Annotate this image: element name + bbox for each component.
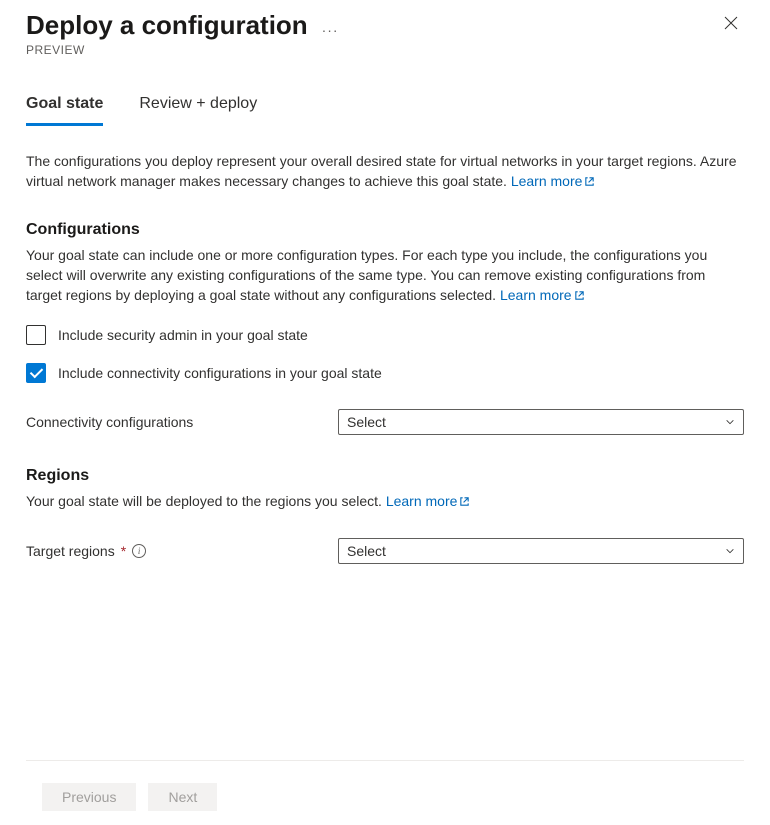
previous-button[interactable]: Previous	[42, 783, 136, 811]
chevron-down-icon	[725, 546, 735, 556]
close-icon	[724, 16, 738, 30]
intro-text: The configurations you deploy represent …	[26, 151, 744, 193]
next-button[interactable]: Next	[148, 783, 217, 811]
configurations-desc: Your goal state can include one or more …	[26, 245, 744, 307]
select-value: Select	[347, 414, 386, 430]
link-text: Learn more	[500, 287, 572, 303]
include-connectivity-label: Include connectivity configurations in y…	[58, 365, 382, 381]
close-button[interactable]	[718, 10, 744, 39]
more-actions-button[interactable]: ···	[322, 22, 339, 38]
configurations-learn-more-link[interactable]: Learn more	[500, 287, 585, 303]
connectivity-config-select[interactable]: Select	[338, 409, 744, 435]
tabs: Goal state Review + deploy	[26, 95, 744, 127]
include-connectivity-checkbox[interactable]	[26, 363, 46, 383]
external-link-icon	[584, 172, 595, 192]
select-value: Select	[347, 543, 386, 559]
regions-desc: Your goal state will be deployed to the …	[26, 491, 744, 512]
link-text: Learn more	[511, 173, 583, 189]
intro-body: The configurations you deploy represent …	[26, 153, 736, 189]
target-regions-label: Target regions * i	[26, 543, 338, 559]
connectivity-config-label: Connectivity configurations	[26, 414, 338, 430]
tab-goal-state[interactable]: Goal state	[26, 95, 103, 126]
include-security-label: Include security admin in your goal stat…	[58, 327, 308, 343]
regions-learn-more-link[interactable]: Learn more	[386, 493, 471, 509]
configurations-desc-text: Your goal state can include one or more …	[26, 247, 707, 304]
target-regions-select[interactable]: Select	[338, 538, 744, 564]
footer: Previous Next	[26, 760, 744, 825]
page-title: Deploy a configuration	[26, 10, 308, 41]
link-text: Learn more	[386, 493, 458, 509]
info-icon[interactable]: i	[132, 544, 146, 558]
regions-desc-text: Your goal state will be deployed to the …	[26, 493, 382, 509]
regions-heading: Regions	[26, 467, 744, 485]
external-link-icon	[574, 286, 585, 306]
intro-learn-more-link[interactable]: Learn more	[511, 173, 596, 189]
required-indicator: *	[121, 543, 126, 559]
external-link-icon	[459, 492, 470, 512]
page-subtitle: PREVIEW	[26, 43, 339, 57]
configurations-heading: Configurations	[26, 221, 744, 239]
label-text: Target regions	[26, 543, 115, 559]
include-security-checkbox[interactable]	[26, 325, 46, 345]
chevron-down-icon	[725, 417, 735, 427]
tab-review-deploy[interactable]: Review + deploy	[139, 95, 257, 126]
